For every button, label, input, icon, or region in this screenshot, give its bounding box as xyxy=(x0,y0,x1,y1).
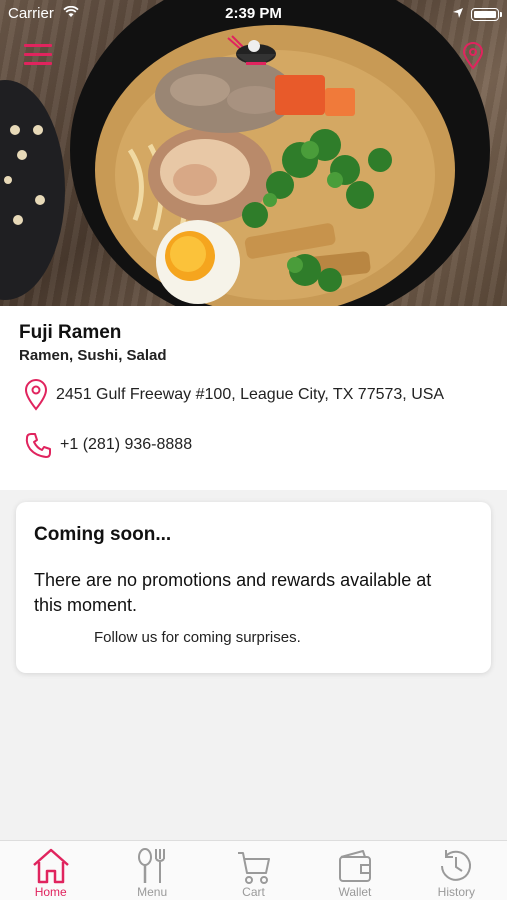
tab-home[interactable]: Home xyxy=(0,841,101,900)
promo-message: There are no promotions and rewards avai… xyxy=(34,570,432,615)
tab-cart-label: Cart xyxy=(242,885,265,899)
status-time: 2:39 PM xyxy=(225,5,282,22)
tab-menu-label: Menu xyxy=(137,885,168,899)
home-icon xyxy=(32,848,69,884)
wallet-icon xyxy=(338,850,371,882)
cart-icon xyxy=(237,852,270,884)
location-arrow-icon xyxy=(453,8,463,18)
hero-image: Carrier 2:39 PM xyxy=(0,0,507,306)
tab-home-label: Home xyxy=(34,885,67,899)
tab-history[interactable]: History xyxy=(406,841,507,900)
tab-wallet-label: Wallet xyxy=(338,885,372,899)
restaurant-name: Fuji Ramen xyxy=(19,322,122,343)
map-pin-icon[interactable] xyxy=(462,42,484,70)
tab-menu[interactable]: Menu xyxy=(101,841,202,900)
promotions-card: Coming soon... There are no promotions a… xyxy=(16,502,491,673)
hamburger-menu-icon[interactable] xyxy=(24,40,52,68)
restaurant-logo xyxy=(227,35,276,65)
tab-cart[interactable]: Cart xyxy=(203,841,304,900)
address-row[interactable]: 2451 Gulf Freeway #100, League City, TX … xyxy=(24,378,444,412)
restaurant-categories: Ramen, Sushi, Salad xyxy=(19,347,167,364)
history-icon xyxy=(441,850,472,881)
restaurant-info: Fuji Ramen Ramen, Sushi, Salad 2451 Gulf… xyxy=(0,306,507,490)
map-pin-icon xyxy=(24,379,48,411)
tab-bar: Home Menu Cart Wallet History xyxy=(0,840,507,900)
phone-icon xyxy=(25,433,51,458)
address-text: 2451 Gulf Freeway #100, League City, TX … xyxy=(56,386,445,403)
promo-follow-text: Follow us for coming surprises. xyxy=(94,629,301,646)
battery-icon xyxy=(471,8,502,21)
promo-title: Coming soon... xyxy=(34,524,172,545)
fork-knife-icon xyxy=(138,848,166,883)
tab-history-label: History xyxy=(437,885,475,899)
status-bar: Carrier 2:39 PM xyxy=(0,0,507,28)
tab-wallet[interactable]: Wallet xyxy=(304,841,405,900)
phone-row[interactable]: +1 (281) 936-8888 xyxy=(24,428,192,462)
phone-text: +1 (281) 936-8888 xyxy=(60,436,193,453)
